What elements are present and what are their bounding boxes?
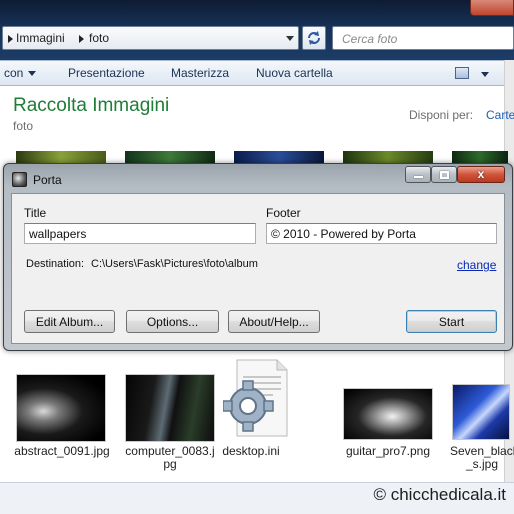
new-folder-button[interactable]: Nuova cartella — [256, 66, 333, 80]
title-field[interactable] — [24, 223, 256, 244]
edit-album-button[interactable]: Edit Album... — [24, 310, 115, 333]
arrange-by-label: Disponi per: — [409, 108, 474, 122]
address-dropdown-icon[interactable] — [286, 36, 294, 41]
footer-field-label: Footer — [266, 206, 301, 220]
view-chevron-down-icon[interactable] — [481, 72, 489, 77]
explorer-toolbar: con Presentazione Masterizza Nuova carte… — [0, 60, 514, 86]
organize-label: con — [4, 66, 24, 80]
file-name: desktop.ini — [222, 444, 280, 458]
porta-dialog: Porta x Title Footer Destination: C:\Use… — [3, 163, 513, 351]
arrange-by-dropdown[interactable]: Carte — [486, 108, 514, 122]
slideshow-button[interactable]: Presentazione — [68, 66, 145, 80]
view-icon[interactable] — [455, 67, 469, 79]
library-title: Raccolta Immagini — [13, 95, 170, 116]
address-bar[interactable]: Immagini foto — [2, 26, 299, 50]
file-thumbnail — [16, 374, 106, 442]
search-input[interactable]: Cerca foto — [332, 26, 514, 50]
maximize-button[interactable] — [431, 166, 457, 183]
porta-app-icon — [12, 172, 27, 187]
dialog-body: Title Footer Destination: C:\Users\Fask\… — [11, 193, 505, 344]
search-placeholder: Cerca foto — [342, 32, 398, 46]
file-thumbnail — [343, 388, 433, 440]
settings-file-icon — [223, 359, 288, 437]
file-name: guitar_pro7.png — [345, 444, 431, 458]
breadcrumb-foto[interactable]: foto — [89, 31, 109, 45]
dialog-title: Porta — [33, 173, 62, 187]
file-thumbnail — [125, 374, 215, 442]
change-destination-link[interactable]: change — [457, 258, 496, 272]
dialog-titlebar[interactable]: Porta x — [4, 164, 512, 192]
file-thumbnail — [452, 384, 510, 440]
close-icon: x — [477, 167, 485, 181]
close-button[interactable]: x — [457, 166, 505, 183]
breadcrumb-arrow-icon[interactable] — [8, 35, 13, 43]
watermark: © chicchedicala.it — [373, 485, 506, 504]
chevron-down-icon — [28, 71, 37, 77]
options-button[interactable]: Options... — [126, 310, 219, 333]
destination-path: C:\Users\Fask\Pictures\foto\album — [91, 258, 258, 270]
burn-button[interactable]: Masterizza — [171, 66, 229, 80]
organize-menu[interactable]: con — [4, 66, 37, 80]
file-name: abstract_0091.jpg — [14, 444, 110, 458]
breadcrumb-immagini[interactable]: Immagini — [16, 31, 65, 45]
breadcrumb-arrow-icon[interactable] — [79, 35, 84, 43]
minimize-icon — [414, 176, 423, 178]
title-field-label: Title — [24, 206, 47, 220]
explorer-close-button[interactable] — [470, 0, 514, 16]
library-subtitle: foto — [13, 119, 34, 133]
footer-field[interactable] — [266, 223, 497, 244]
maximize-icon — [440, 171, 449, 179]
minimize-button[interactable] — [405, 166, 431, 183]
file-name: Seven_black _s.jpg — [450, 444, 514, 471]
refresh-button[interactable] — [302, 26, 326, 50]
destination-label: Destination: — [26, 258, 85, 270]
start-button[interactable]: Start — [406, 310, 497, 333]
refresh-icon — [308, 31, 320, 45]
about-help-button[interactable]: About/Help... — [228, 310, 320, 333]
